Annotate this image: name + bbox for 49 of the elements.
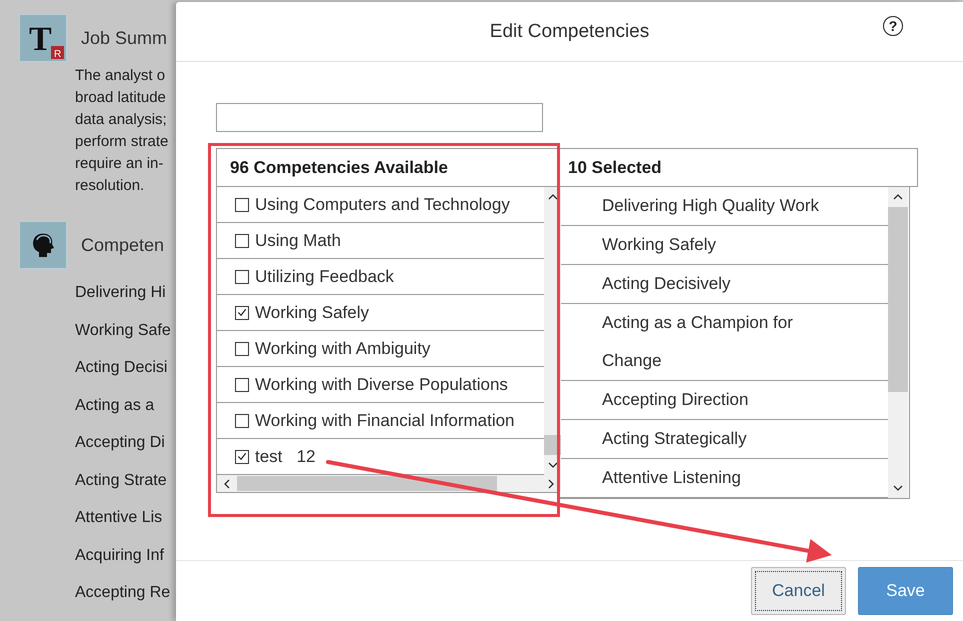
competency-option[interactable]: Working with Ambiguity (217, 331, 544, 367)
checkbox[interactable] (235, 270, 249, 284)
competency-option[interactable]: Utilizing Feedback (217, 259, 544, 295)
head-profile-icon (19, 221, 67, 269)
summary-text-line: resolution. (75, 176, 146, 196)
competency-item: Acquiring Inf (75, 546, 165, 566)
checkbox[interactable] (235, 342, 249, 356)
help-button[interactable]: ? (883, 16, 903, 36)
scrollbar-thumb[interactable] (237, 476, 497, 491)
selected-header: 10 Selected (560, 148, 918, 187)
competency-item: Acting as a (75, 396, 156, 416)
cancel-button[interactable]: Cancel (751, 567, 846, 615)
competency-item: Accepting Re (75, 583, 172, 603)
chevron-right-icon[interactable] (547, 478, 555, 488)
checkbox[interactable] (235, 450, 249, 464)
competency-option[interactable]: Using Math (217, 223, 544, 259)
scrollbar-thumb[interactable] (888, 207, 908, 392)
section-title: Competen (81, 234, 164, 256)
chevron-up-icon[interactable] (548, 193, 558, 201)
scrollbar[interactable] (888, 187, 908, 498)
checkbox[interactable] (235, 414, 249, 428)
competency-option[interactable]: Using Computers and Technology (217, 187, 544, 223)
dialog-title: Edit Competencies (490, 20, 650, 42)
summary-text-line: require an in- (75, 154, 164, 174)
section-title: Job Summ (81, 28, 168, 48)
chevron-left-icon[interactable] (223, 478, 231, 488)
competency-item: Acting Decisi (75, 358, 168, 378)
competency-item: Acting Strate (75, 470, 168, 490)
competency-option[interactable]: Working with Diverse Populations (217, 367, 544, 403)
search-field[interactable] (216, 103, 543, 132)
competency-item: Accepting Di (75, 433, 166, 453)
chevron-down-icon[interactable] (893, 484, 903, 492)
competency-item: Delivering Hi (75, 283, 167, 303)
checkbox[interactable] (235, 378, 249, 392)
competency-item: Attentive Lis (75, 508, 164, 528)
chevron-down-icon[interactable] (548, 461, 558, 469)
available-header: 96 Competencies Available (216, 148, 560, 187)
scrollbar[interactable] (217, 475, 561, 492)
competency-item: Working Safe (75, 320, 172, 340)
summary-text-line: data analysis; (75, 110, 168, 130)
checkbox[interactable] (235, 306, 249, 320)
summary-text-line: broad latitude (75, 88, 167, 108)
checkbox[interactable] (235, 198, 249, 212)
competency-option[interactable]: Working Safely (217, 295, 544, 331)
checkbox[interactable] (235, 234, 249, 248)
competency-option[interactable]: Working with Financial Information (217, 403, 544, 439)
summary-text-line: The analyst o (75, 66, 166, 86)
chevron-up-icon[interactable] (893, 193, 903, 201)
summary-text-line: perform strate (75, 132, 170, 152)
